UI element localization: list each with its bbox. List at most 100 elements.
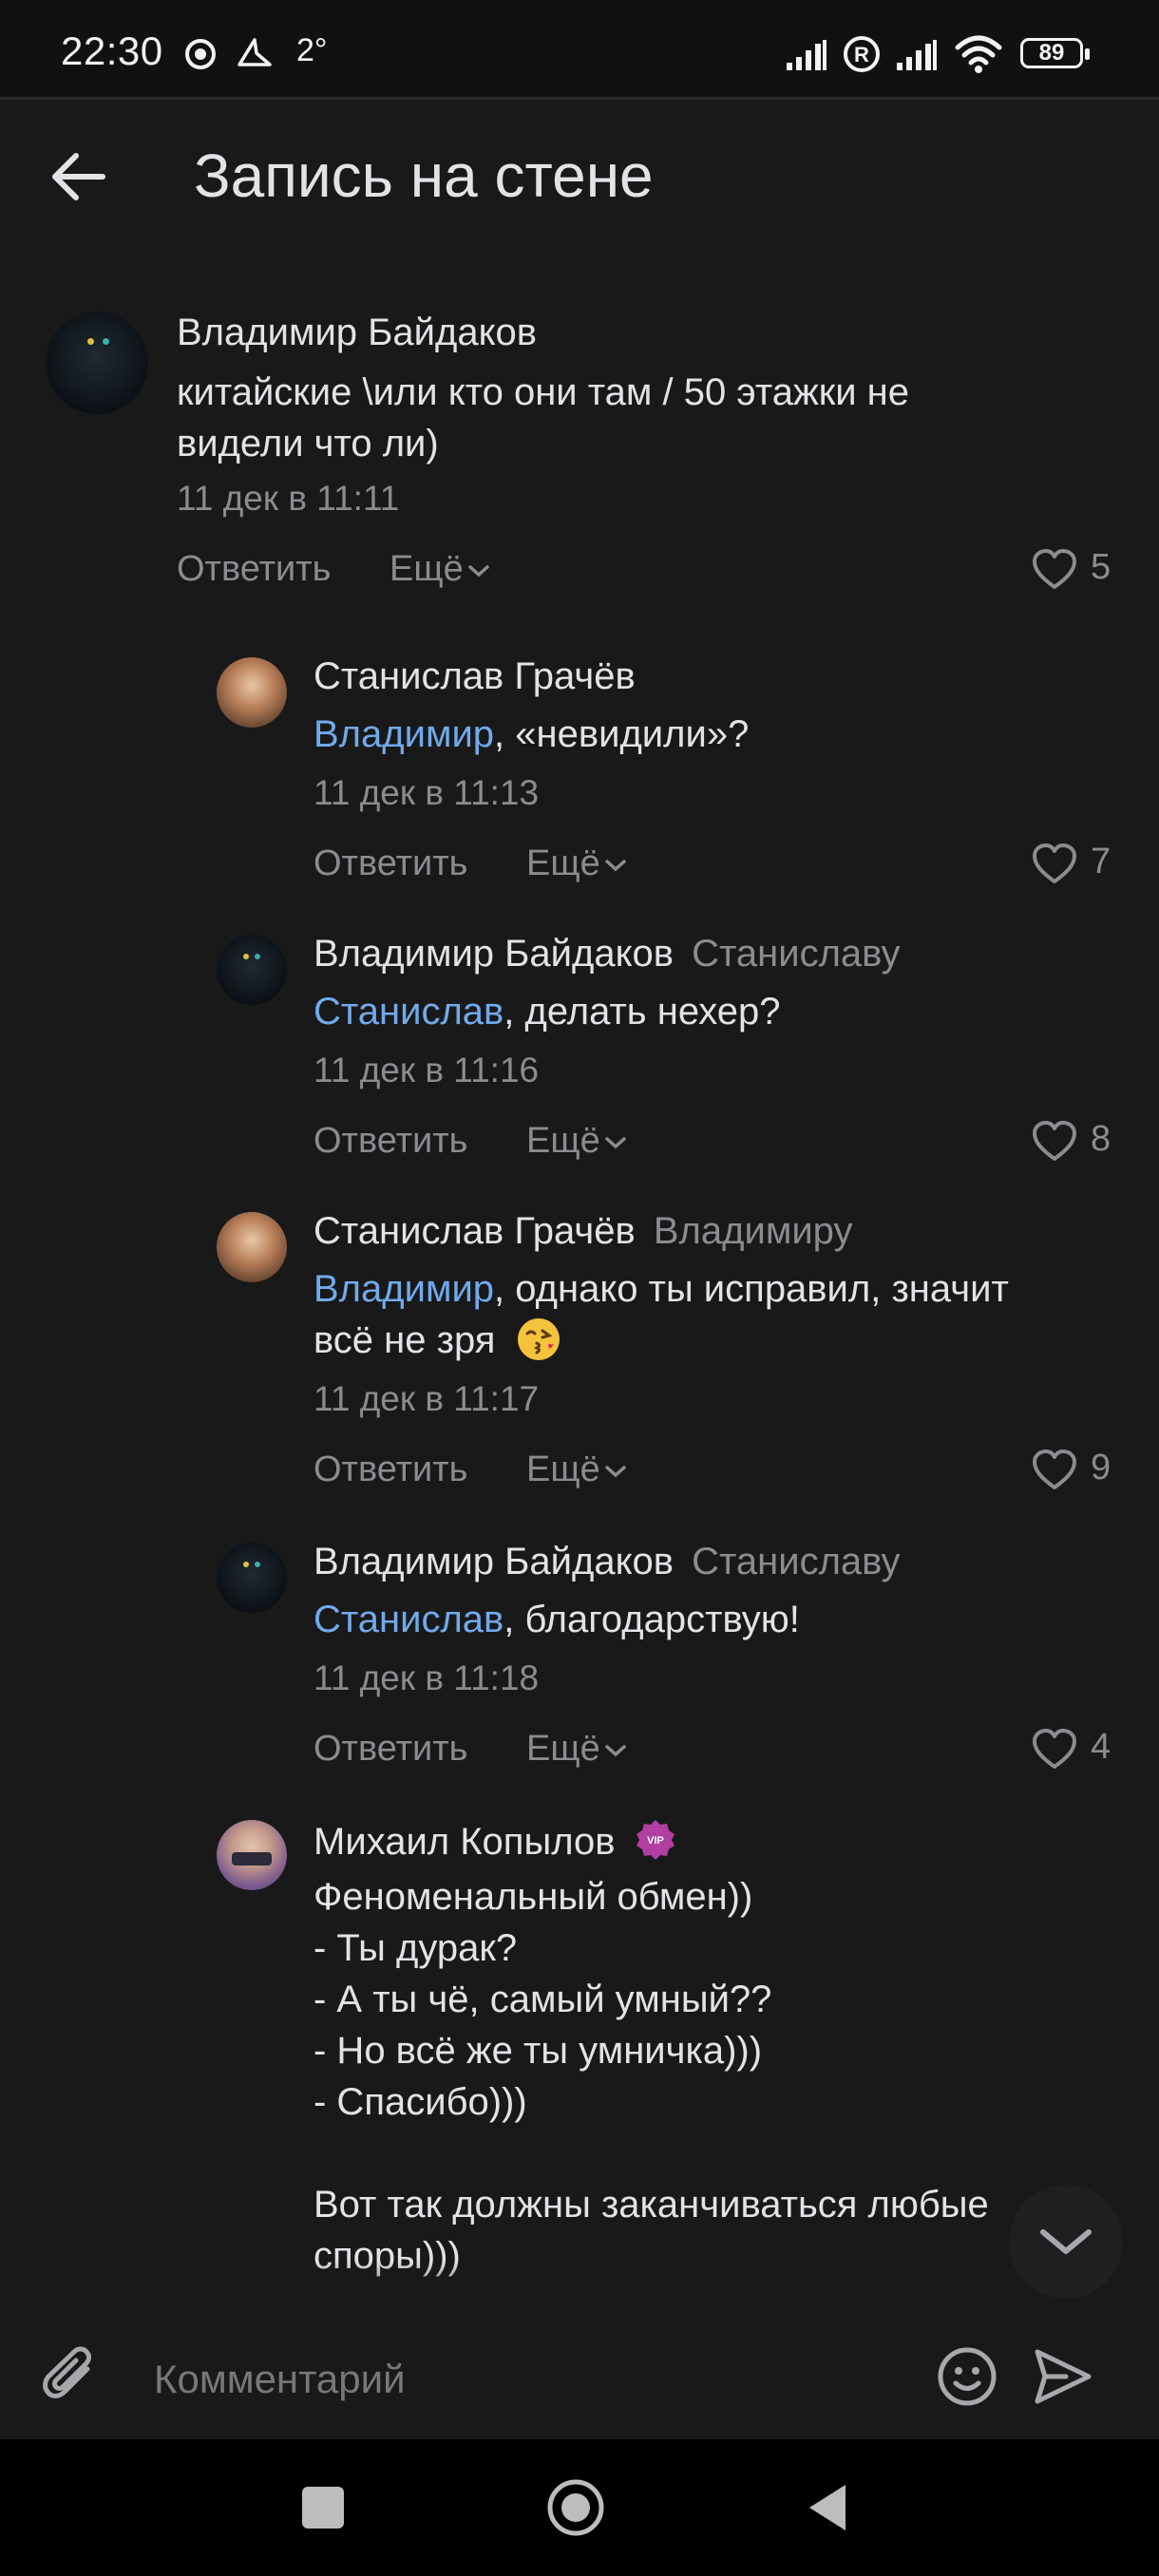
status-time: 22:30 <box>61 28 163 73</box>
comment-text-body: , «невидили»? <box>494 713 750 755</box>
comment-text-line: Владимир, однако ты исправил, значит <box>314 1263 1130 1315</box>
comment-composer <box>0 2318 1159 2439</box>
comment-text-line: Феноменальный обмен)) <box>314 1876 753 1918</box>
more-button[interactable]: Ещё <box>390 549 490 590</box>
comment-text-line: - А ты чё, самый умный?? <box>314 1979 772 2020</box>
avatar[interactable] <box>217 1212 287 1282</box>
chevron-down-icon <box>605 860 626 872</box>
author-name[interactable]: Владимир Байдаков <box>314 1541 674 1582</box>
avatar[interactable] <box>217 935 287 1005</box>
heart-icon <box>1033 1449 1076 1489</box>
more-label: Ещё <box>526 1729 600 1769</box>
author-name[interactable]: Михаил Копылов <box>314 1821 616 1863</box>
reply-to-name[interactable]: Владимиру <box>654 1210 853 1252</box>
avatar[interactable] <box>46 312 148 414</box>
comment-actions: Ответить Ещё 7 <box>0 842 1159 891</box>
reply-button[interactable]: Ответить <box>314 1449 467 1490</box>
comment-text-line: - Ты дурак? <box>314 1927 518 1969</box>
heart-icon <box>1033 1729 1076 1769</box>
avatar[interactable] <box>217 657 287 728</box>
reply-button[interactable]: Ответить <box>314 1729 467 1770</box>
heart-icon <box>1033 549 1076 589</box>
comment-actions: Ответить Ещё 9 <box>0 1448 1159 1497</box>
like-count: 8 <box>1091 1119 1112 1159</box>
comment-date: 11 дек в 11:17 <box>314 1379 540 1418</box>
chevron-down-icon <box>605 1137 626 1149</box>
more-label: Ещё <box>526 1449 600 1489</box>
back-triangle-icon[interactable] <box>804 2481 851 2534</box>
avatar[interactable] <box>217 1543 287 1613</box>
back-arrow-icon[interactable] <box>46 142 112 209</box>
svg-text:R: R <box>854 43 869 66</box>
reply-button[interactable]: Ответить <box>314 1121 467 1162</box>
heart-icon <box>1033 1121 1076 1161</box>
kissing-face-emoji-icon <box>517 1318 560 1360</box>
comment-text: Станислав, делать нехер? <box>314 986 1130 1037</box>
mention-link[interactable]: Станислав <box>314 1599 504 1640</box>
comment-date: 11 дек в 11:13 <box>314 773 540 812</box>
comment-date: 11 дек в 11:18 <box>314 1658 540 1697</box>
app-notification-icon <box>238 38 272 66</box>
mention-link[interactable]: Владимир <box>314 713 494 755</box>
mention-link[interactable]: Владимир <box>314 1268 494 1310</box>
comment-text: Владимир, однако ты исправил, значит всё… <box>314 1263 1130 1366</box>
comment-author: Станислав Грачёв Владимиру <box>314 1210 852 1253</box>
more-button[interactable]: Ещё <box>526 1121 627 1162</box>
home-button-icon[interactable] <box>545 2477 606 2538</box>
author-name[interactable]: Владимир Байдаков <box>314 933 674 975</box>
status-bar: 22:30 2° R 89 <box>0 0 1159 100</box>
comment-text-body: всё не зря <box>314 1319 496 1361</box>
more-button[interactable]: Ещё <box>526 843 627 884</box>
chrome-icon <box>185 39 216 69</box>
heart-icon <box>1033 843 1076 883</box>
vip-badge-icon: VIP <box>636 1820 674 1860</box>
like-count: 9 <box>1091 1448 1112 1487</box>
comment-text-line: Вот так должны заканчиваться любые <box>314 2184 989 2226</box>
reply-button[interactable]: Ответить <box>177 549 331 590</box>
author-name[interactable]: Станислав Грачёв <box>314 1210 636 1252</box>
comment-actions: Ответить Ещё 5 <box>0 547 1159 597</box>
more-button[interactable]: Ещё <box>526 1729 627 1770</box>
avatar[interactable] <box>217 1820 287 1890</box>
scroll-down-button[interactable] <box>1009 2185 1123 2299</box>
comment-author: Михаил Копылов VIP <box>314 1818 677 1864</box>
more-button[interactable]: Ещё <box>526 1449 627 1490</box>
reply-to-name[interactable]: Станиславу <box>692 1541 900 1582</box>
reply-to-name[interactable]: Станиславу <box>692 933 900 975</box>
battery-icon: 89 <box>1020 38 1090 68</box>
comment-text-body: , благодарствую! <box>504 1599 800 1640</box>
reply-button[interactable]: Ответить <box>314 843 467 884</box>
comment-author[interactable]: Станислав Грачёв <box>314 655 636 698</box>
chevron-down-icon <box>605 1745 626 1757</box>
comment-text: китайские \или кто они там / 50 этажки н… <box>177 367 1108 469</box>
content-fade <box>0 2261 1159 2318</box>
more-label: Ещё <box>526 843 600 883</box>
comment-date: 11 дек в 11:11 <box>177 479 400 518</box>
recent-apps-button[interactable] <box>302 2487 344 2529</box>
comment-author: Владимир Байдаков Станиславу <box>314 1541 901 1583</box>
screen: 22:30 2° R 89 Запись на стене Владимир Б… <box>0 0 1159 2576</box>
svg-text:VIP: VIP <box>647 1835 664 1847</box>
paperclip-icon[interactable] <box>38 2344 104 2411</box>
more-label: Ещё <box>526 1121 600 1161</box>
comment-text: Станислав, благодарствую! <box>314 1594 1130 1645</box>
comment-actions: Ответить Ещё 4 <box>0 1727 1159 1776</box>
comment-author[interactable]: Владимир Байдаков <box>177 312 537 354</box>
like-count: 4 <box>1091 1727 1112 1767</box>
signal-icon-2 <box>897 40 937 70</box>
comment-text-body: , однако ты исправил, значит <box>494 1268 1009 1310</box>
smile-icon[interactable] <box>933 2342 1001 2411</box>
chevron-down-icon <box>468 565 489 578</box>
chevron-down-icon <box>1040 2229 1092 2254</box>
wifi-icon <box>955 35 1002 73</box>
comment-author: Владимир Байдаков Станиславу <box>314 933 901 975</box>
signal-icon <box>787 40 826 70</box>
comment-text-line: всё не зря <box>314 1315 1130 1366</box>
mention-link[interactable]: Станислав <box>314 991 504 1032</box>
comment-text-line: китайские \или кто они там / 50 этажки н… <box>177 371 909 413</box>
comment-text-line: видели что ли) <box>177 423 439 464</box>
system-nav-bar <box>0 2439 1159 2576</box>
roaming-icon: R <box>844 36 880 72</box>
comment-input[interactable] <box>152 2340 916 2418</box>
send-icon[interactable] <box>1028 2342 1096 2411</box>
